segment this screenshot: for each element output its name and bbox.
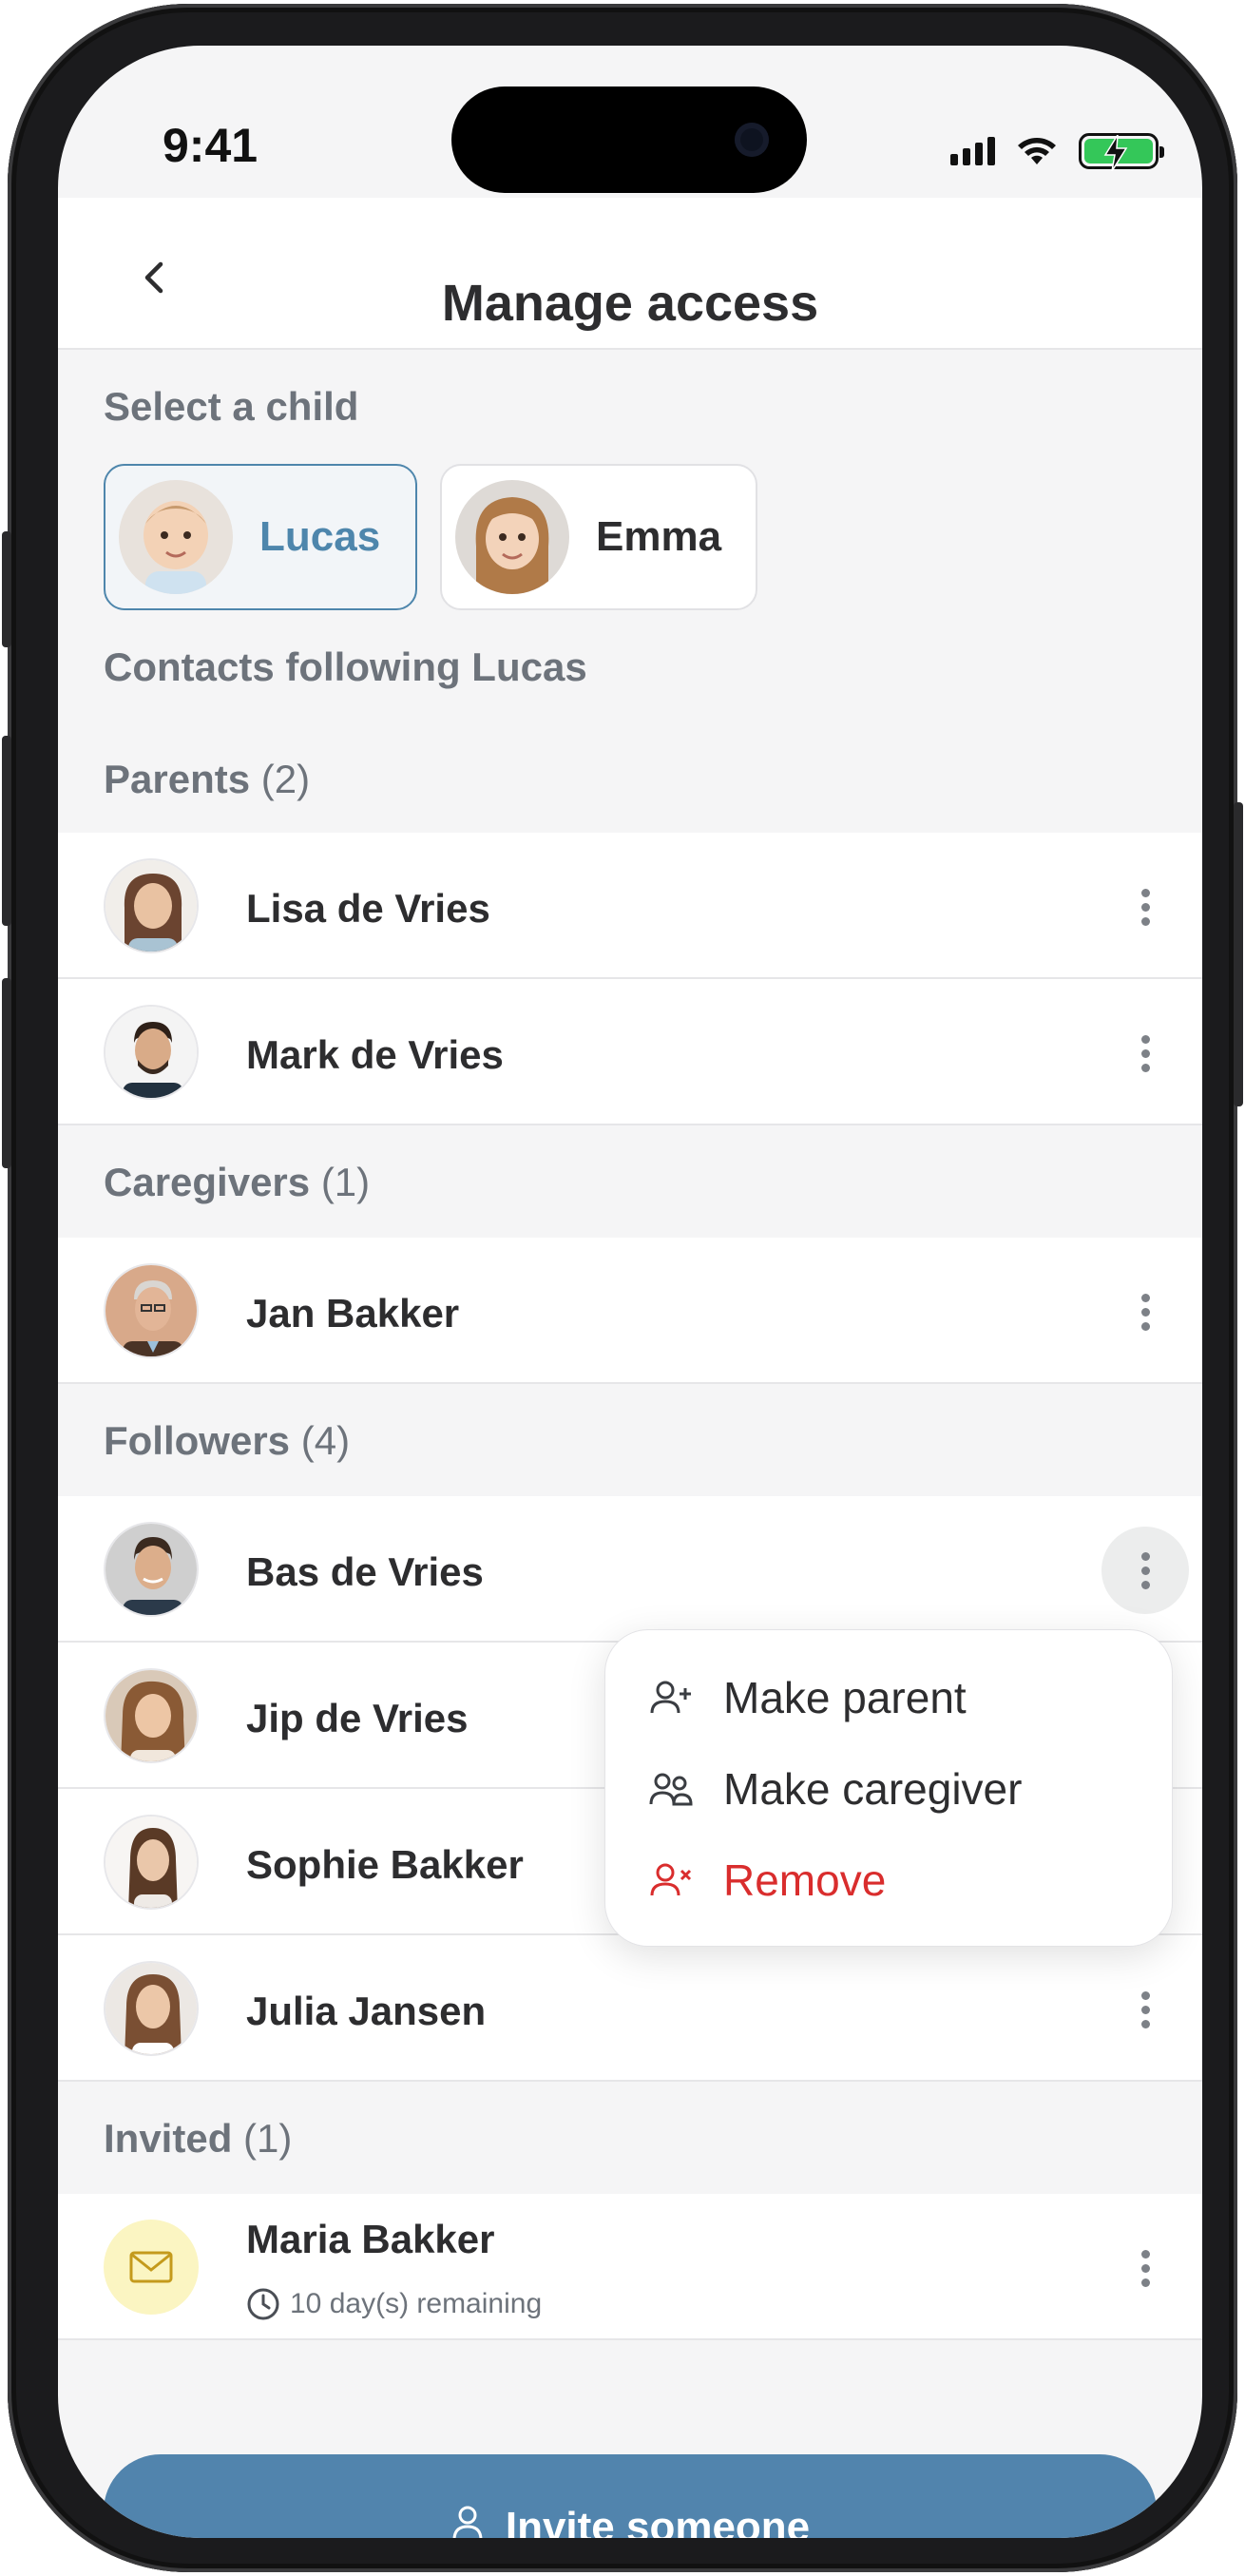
remaining-text: 10 day(s) remaining: [290, 2288, 543, 2319]
group-title: Parents (2): [104, 757, 310, 802]
more-options-icon[interactable]: [1101, 863, 1189, 951]
page-title: Manage access: [441, 275, 819, 332]
avatar: [104, 1005, 199, 1100]
user-remove-icon: [650, 1863, 692, 1896]
top-nav-bar: Manage access: [58, 198, 1202, 350]
group-header-parents: Parents (2): [58, 711, 1202, 823]
contact-row[interactable]: Bas de Vries: [58, 1496, 1202, 1643]
status-icons: [950, 133, 1164, 171]
more-options-icon[interactable]: [1101, 1009, 1189, 1097]
child-avatar: [119, 480, 233, 594]
more-options-icon[interactable]: [1101, 1268, 1189, 1355]
contacts-following-label: Contacts following Lucas: [104, 644, 587, 689]
dynamic-island: [451, 87, 807, 193]
avatar: [104, 1263, 199, 1358]
more-options-icon[interactable]: [1101, 1527, 1189, 1614]
menu-item-remove[interactable]: Remove: [649, 1855, 886, 1906]
contact-row[interactable]: Lisa de Vries: [58, 833, 1202, 979]
avatar: [104, 1961, 199, 2056]
contact-options-menu: Make parent Make caregiver Remove: [604, 1629, 1173, 1947]
group-count: (1): [320, 1160, 371, 1204]
group-header-invited: Invited (1): [58, 2082, 1202, 2194]
invited-row[interactable]: Maria Bakker 10 day(s) remaining: [58, 2194, 1202, 2340]
group-header-caregivers: Caregivers (1): [58, 1125, 1202, 1238]
power-button: [1234, 802, 1243, 1106]
select-child-label: Select a child: [104, 384, 359, 429]
phone-frame: 9:41 Manage access Select a child Lucas …: [2, 4, 1243, 2572]
group-count: (2): [260, 757, 311, 801]
status-time: 9:41: [163, 119, 259, 172]
contact-row[interactable]: Mark de Vries: [58, 979, 1202, 1125]
group-title-text: Caregivers: [104, 1160, 311, 1204]
avatar: [104, 1668, 199, 1763]
contact-name: Sophie Bakker: [246, 1842, 524, 1887]
mute-switch: [2, 531, 11, 647]
battery-icon: [1079, 133, 1164, 171]
invite-someone-button[interactable]: Invite someone: [104, 2454, 1157, 2538]
group-title-text: Parents: [104, 757, 251, 801]
group-title: Followers (4): [104, 1418, 350, 1464]
user-plus-icon: [650, 1681, 691, 1714]
clock-icon: [247, 2288, 279, 2320]
cellular-signal-icon: [950, 137, 995, 165]
menu-label: Remove: [723, 1855, 887, 1905]
volume-up-button: [2, 736, 11, 926]
menu-label: Make parent: [723, 1673, 967, 1722]
menu-item-make-parent[interactable]: Make parent: [649, 1672, 967, 1723]
child-chip-emma[interactable]: Emma: [440, 464, 757, 610]
child-avatar: [455, 480, 569, 594]
menu-label: Make caregiver: [723, 1764, 1023, 1814]
invite-button-label: Invite someone: [505, 2504, 811, 2538]
more-options-icon[interactable]: [1101, 2224, 1189, 2312]
contact-name: Jan Bakker: [246, 1291, 460, 1336]
avatar: [104, 858, 199, 953]
group-count: (1): [243, 2116, 293, 2161]
contact-name: Julia Jansen: [246, 1989, 487, 2033]
volume-down-button: [2, 978, 11, 1168]
group-header-followers: Followers (4): [58, 1384, 1202, 1496]
person-icon: [452, 2506, 483, 2538]
group-title: Caregivers (1): [104, 1160, 370, 1205]
menu-item-make-caregiver[interactable]: Make caregiver: [649, 1763, 1022, 1815]
contact-name: Mark de Vries: [246, 1032, 504, 1077]
camera-icon: [735, 123, 769, 157]
child-name: Lucas: [259, 513, 381, 560]
group-count: (4): [300, 1418, 351, 1463]
users-icon: [649, 1773, 693, 1806]
group-title-text: Invited: [104, 2116, 233, 2161]
wifi-icon: [1018, 138, 1056, 164]
contact-name: Bas de Vries: [246, 1549, 484, 1594]
child-chip-lucas[interactable]: Lucas: [104, 464, 417, 610]
group-title-text: Followers: [104, 1418, 291, 1463]
contact-name: Lisa de Vries: [246, 886, 490, 931]
contact-row[interactable]: Julia Jansen: [58, 1935, 1202, 2082]
screen: 9:41 Manage access Select a child Lucas …: [58, 46, 1202, 2538]
avatar: [104, 1815, 199, 1910]
more-options-icon[interactable]: [1101, 1966, 1189, 2053]
invite-remaining: 10 day(s) remaining: [246, 2287, 542, 2321]
contact-name: Maria Bakker: [246, 2217, 495, 2261]
group-title: Invited (1): [104, 2116, 292, 2162]
contact-name: Jip de Vries: [246, 1696, 469, 1740]
child-name: Emma: [596, 513, 722, 560]
contact-row[interactable]: Jan Bakker: [58, 1238, 1202, 1384]
mail-icon: [104, 2220, 199, 2315]
avatar: [104, 1522, 199, 1617]
